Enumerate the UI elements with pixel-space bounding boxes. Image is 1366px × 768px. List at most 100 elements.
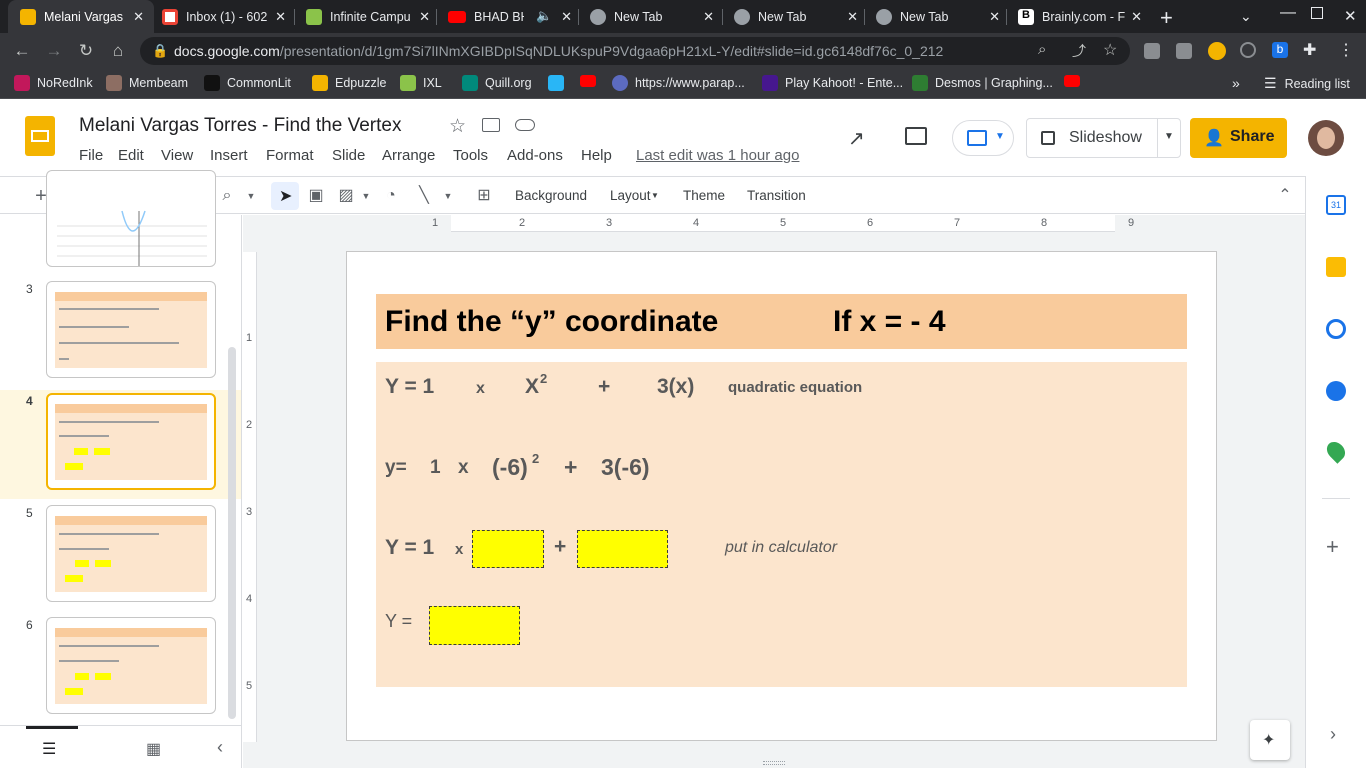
collapse-chevron-up-icon[interactable]: ⌃ (1274, 185, 1296, 207)
select-tool-button[interactable]: ➤ (271, 182, 299, 210)
add-comment-icon[interactable]: ⊞ (473, 185, 495, 207)
close-icon[interactable]: ✕ (989, 9, 1000, 25)
result-y[interactable]: Y = (385, 611, 412, 632)
activity-trend-icon[interactable]: ↗ (848, 126, 865, 151)
layout-button[interactable]: Layout (610, 188, 651, 203)
tab-search-chevron-icon[interactable]: ⌄ (1240, 8, 1252, 25)
menu-arrange[interactable]: Arrange (382, 147, 435, 164)
more-bookmarks-icon[interactable]: » (1232, 75, 1240, 91)
slides-logo-icon[interactable] (25, 116, 55, 156)
bookmark[interactable]: Quill.org (462, 75, 532, 91)
share-icon[interactable]: ⤴ (1072, 41, 1086, 61)
browser-tab[interactable]: Inbox (1) - 602 ✕ (150, 0, 296, 33)
bookmark[interactable]: Play Kahoot! - Ente... (762, 75, 903, 91)
calendar-icon[interactable]: 31 (1326, 195, 1346, 215)
keep-icon[interactable] (1326, 257, 1346, 277)
browser-tab[interactable]: New Tab ✕ (864, 0, 1010, 33)
slide-thumbnail-selected[interactable] (46, 393, 216, 490)
simplify-y[interactable]: Y = 1 (385, 536, 434, 560)
background-button[interactable]: Background (515, 188, 587, 203)
line-icon[interactable]: ╲ (413, 185, 435, 207)
image-icon[interactable]: ▨ (335, 185, 357, 207)
close-icon[interactable]: ✕ (275, 9, 286, 25)
menu-tools[interactable]: Tools (453, 147, 488, 164)
menu-addons[interactable]: Add-ons (507, 147, 563, 164)
menu-file[interactable]: File (79, 147, 103, 164)
list-view-icon[interactable]: ☰ (42, 739, 56, 759)
new-tab-plus-icon[interactable]: + (1160, 5, 1173, 31)
window-close-icon[interactable]: ✕ (1344, 7, 1357, 25)
avatar[interactable] (1308, 120, 1344, 156)
menu-slide[interactable]: Slide (332, 147, 365, 164)
dropdown-arrow-icon[interactable]: ▼ (240, 185, 262, 207)
bookmark[interactable]: Membeam (106, 75, 188, 91)
close-icon[interactable]: ✕ (1131, 9, 1142, 25)
forward-arrow-icon[interactable]: → (42, 39, 66, 63)
menu-insert[interactable]: Insert (210, 147, 248, 164)
move-folder-icon[interactable] (482, 118, 500, 132)
bookmark[interactable]: https://www.parap... (612, 75, 745, 91)
close-icon[interactable]: ✕ (847, 9, 858, 25)
star-icon[interactable]: ☆ (449, 115, 466, 138)
bookmark[interactable] (1064, 75, 1087, 87)
browser-tab[interactable]: New Tab ✕ (722, 0, 868, 33)
close-icon[interactable]: ✕ (561, 9, 572, 25)
extension-icon[interactable] (1208, 42, 1226, 60)
minimize-icon[interactable]: — (1280, 4, 1296, 22)
theme-button[interactable]: Theme (683, 188, 725, 203)
share-button[interactable]: 👤 Share (1190, 118, 1287, 158)
slide-thumbnail[interactable] (46, 170, 216, 267)
last-edit-link[interactable]: Last edit was 1 hour ago (636, 147, 799, 164)
present-to-meeting-button[interactable]: ▼ (952, 120, 1014, 156)
bookmark[interactable]: Edpuzzle (312, 75, 386, 91)
browser-tab[interactable]: New Tab ✕ (578, 0, 724, 33)
maps-icon[interactable] (1323, 438, 1349, 464)
bookmark-star-icon[interactable]: ☆ (1103, 40, 1117, 60)
extension-icon[interactable] (1176, 43, 1192, 59)
bookmark[interactable]: Desmos | Graphing... (912, 75, 1053, 91)
reading-list-button[interactable]: ☰ Reading list (1264, 75, 1350, 92)
bookmark[interactable]: CommonLit (204, 75, 291, 91)
slide-thumbnail[interactable] (46, 505, 216, 602)
slideshow-button[interactable]: Slideshow ▼ (1026, 118, 1181, 158)
slide-condition[interactable]: If x = - 4 (833, 305, 946, 339)
lock-icon[interactable]: 🔒 (152, 43, 168, 59)
menu-kebab-icon[interactable]: ⋮ (1338, 40, 1354, 60)
dropdown-arrow-icon[interactable]: ▼ (355, 185, 377, 207)
extension-icon[interactable] (1144, 43, 1160, 59)
browser-tab[interactable]: Melani Vargas ✕ (8, 0, 154, 33)
bookmark[interactable]: IXL (400, 75, 442, 91)
document-title[interactable]: Melani Vargas Torres - Find the Vertex (79, 115, 401, 137)
browser-tab[interactable]: B Brainly.com - F ✕ (1006, 0, 1152, 33)
menu-view[interactable]: View (161, 147, 193, 164)
menu-format[interactable]: Format (266, 147, 314, 164)
address-bar[interactable]: 🔒 docs.google.com/presentation/d/1gm7Si7… (140, 37, 1130, 65)
dropdown-arrow-icon[interactable]: ▼ (437, 185, 459, 207)
browser-tab[interactable]: Infinite Campu ✕ (294, 0, 440, 33)
reload-icon[interactable]: ↻ (74, 39, 98, 63)
close-icon[interactable]: ✕ (133, 9, 144, 25)
browser-tab[interactable]: BHAD BHA 🔈 ✕ (436, 0, 582, 33)
dropdown-arrow-icon[interactable]: ▼ (1164, 131, 1174, 142)
home-icon[interactable]: ⌂ (106, 39, 130, 63)
expand-chevron-right-icon[interactable]: › (1330, 724, 1336, 745)
tasks-icon[interactable] (1326, 319, 1346, 339)
bookmark[interactable]: NoRedInk (14, 75, 93, 91)
power-icon[interactable] (1240, 42, 1256, 58)
text-box-icon[interactable]: ▣ (305, 185, 327, 207)
explore-button[interactable]: ✦ (1250, 720, 1290, 760)
dropdown-arrow-icon[interactable]: ▼ (651, 191, 659, 200)
transition-button[interactable]: Transition (747, 188, 806, 203)
comments-icon[interactable] (905, 127, 927, 145)
close-icon[interactable]: ✕ (419, 9, 430, 25)
answer-box-result[interactable] (429, 606, 520, 645)
slide-title[interactable]: Find the “y” coordinate (385, 305, 718, 339)
answer-box-term[interactable] (577, 530, 668, 568)
answer-box-square[interactable] (472, 530, 544, 568)
substitution-y[interactable]: y= (385, 457, 407, 479)
speaker-icon[interactable]: 🔈 (536, 8, 552, 24)
zoom-icon[interactable]: ⌕ (1038, 41, 1046, 58)
speaker-notes-drag-handle[interactable] (763, 761, 785, 765)
zoom-icon[interactable]: ⌕ (216, 185, 238, 207)
filmstrip-scrollbar[interactable] (228, 347, 236, 719)
